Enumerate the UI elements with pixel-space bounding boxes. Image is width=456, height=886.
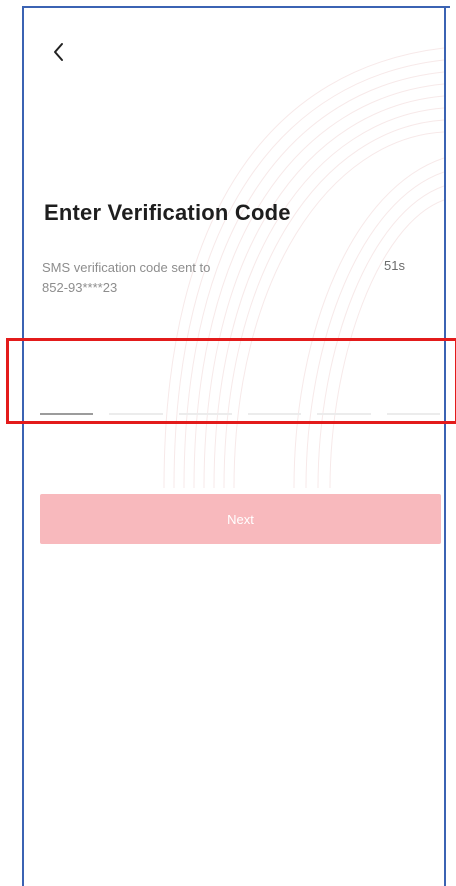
- code-digit-slot[interactable]: [247, 413, 302, 415]
- frame-border-right: [444, 6, 446, 886]
- back-button[interactable]: [40, 36, 76, 72]
- verification-screen: Enter Verification Code SMS verification…: [0, 0, 456, 886]
- code-digit-slot[interactable]: [40, 413, 94, 415]
- code-digit-slot[interactable]: [109, 413, 163, 415]
- resend-countdown: 51s: [384, 258, 405, 273]
- frame-border-top: [22, 6, 450, 8]
- code-digit-slot[interactable]: [317, 413, 371, 415]
- code-digit-slot[interactable]: [386, 413, 440, 415]
- code-input-highlight: [6, 338, 456, 424]
- page-title: Enter Verification Code: [44, 200, 291, 225]
- next-button[interactable]: Next: [40, 494, 441, 544]
- masked-phone-number: 852-93****23: [42, 280, 118, 295]
- verification-code-input[interactable]: [40, 413, 440, 417]
- frame-border-left: [22, 6, 24, 886]
- code-digit-slot[interactable]: [178, 413, 232, 415]
- sms-sent-text: SMS verification code sent to 852-93****…: [42, 258, 282, 298]
- sms-sent-label: SMS verification code sent to: [42, 260, 211, 275]
- chevron-left-icon: [51, 41, 65, 68]
